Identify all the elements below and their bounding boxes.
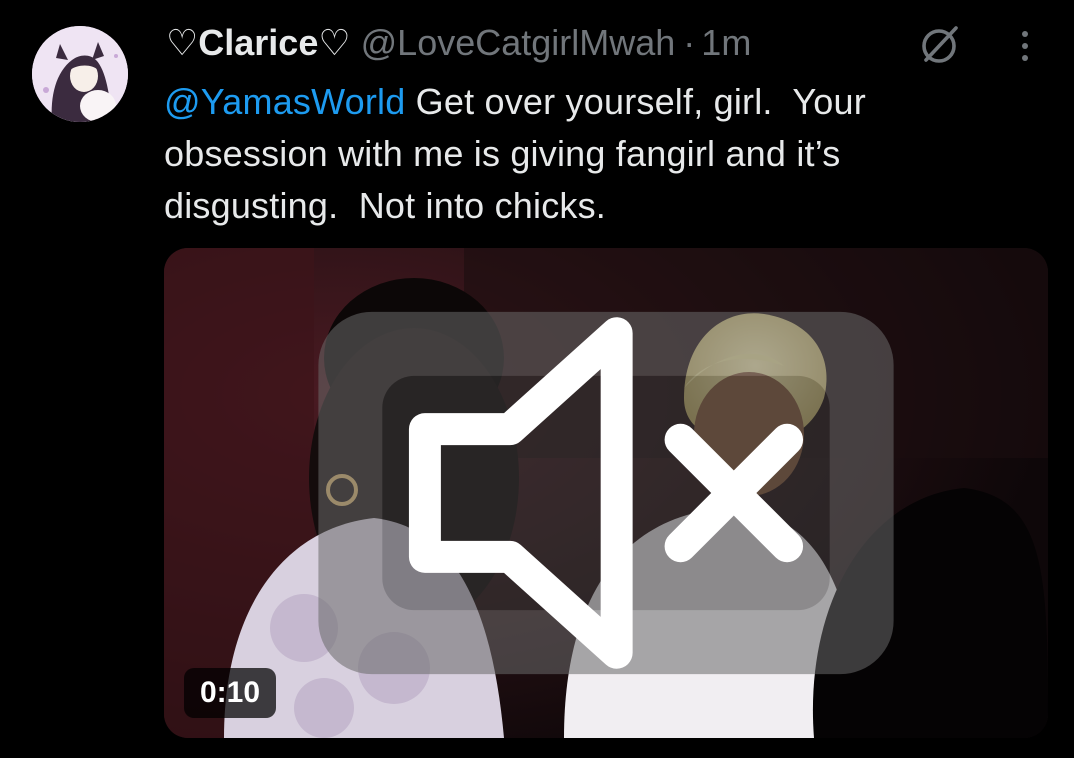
timestamp[interactable]: 1m [701, 18, 751, 68]
tweet-header: ♡Clarice♡ @LoveCatgirlMwah · 1m [166, 18, 751, 68]
volume-muted-icon[interactable] [164, 248, 1048, 738]
tweet-text: @YamasWorld Get over yourself, girl. You… [164, 76, 1024, 232]
grok-icon[interactable] [917, 22, 963, 68]
mention-link[interactable]: @YamasWorld [164, 81, 405, 122]
separator-dot: · [683, 22, 696, 63]
tweet[interactable]: ♡Clarice♡ @LoveCatgirlMwah · 1m @YamasWo… [0, 0, 1074, 758]
avatar[interactable] [32, 26, 128, 122]
user-handle[interactable]: @LoveCatgirlMwah [361, 18, 676, 68]
video-player[interactable]: 0:10 [164, 248, 1048, 738]
more-icon[interactable] [1010, 26, 1040, 66]
avatar-illustration [32, 26, 128, 122]
display-name[interactable]: ♡Clarice♡ [166, 18, 351, 68]
